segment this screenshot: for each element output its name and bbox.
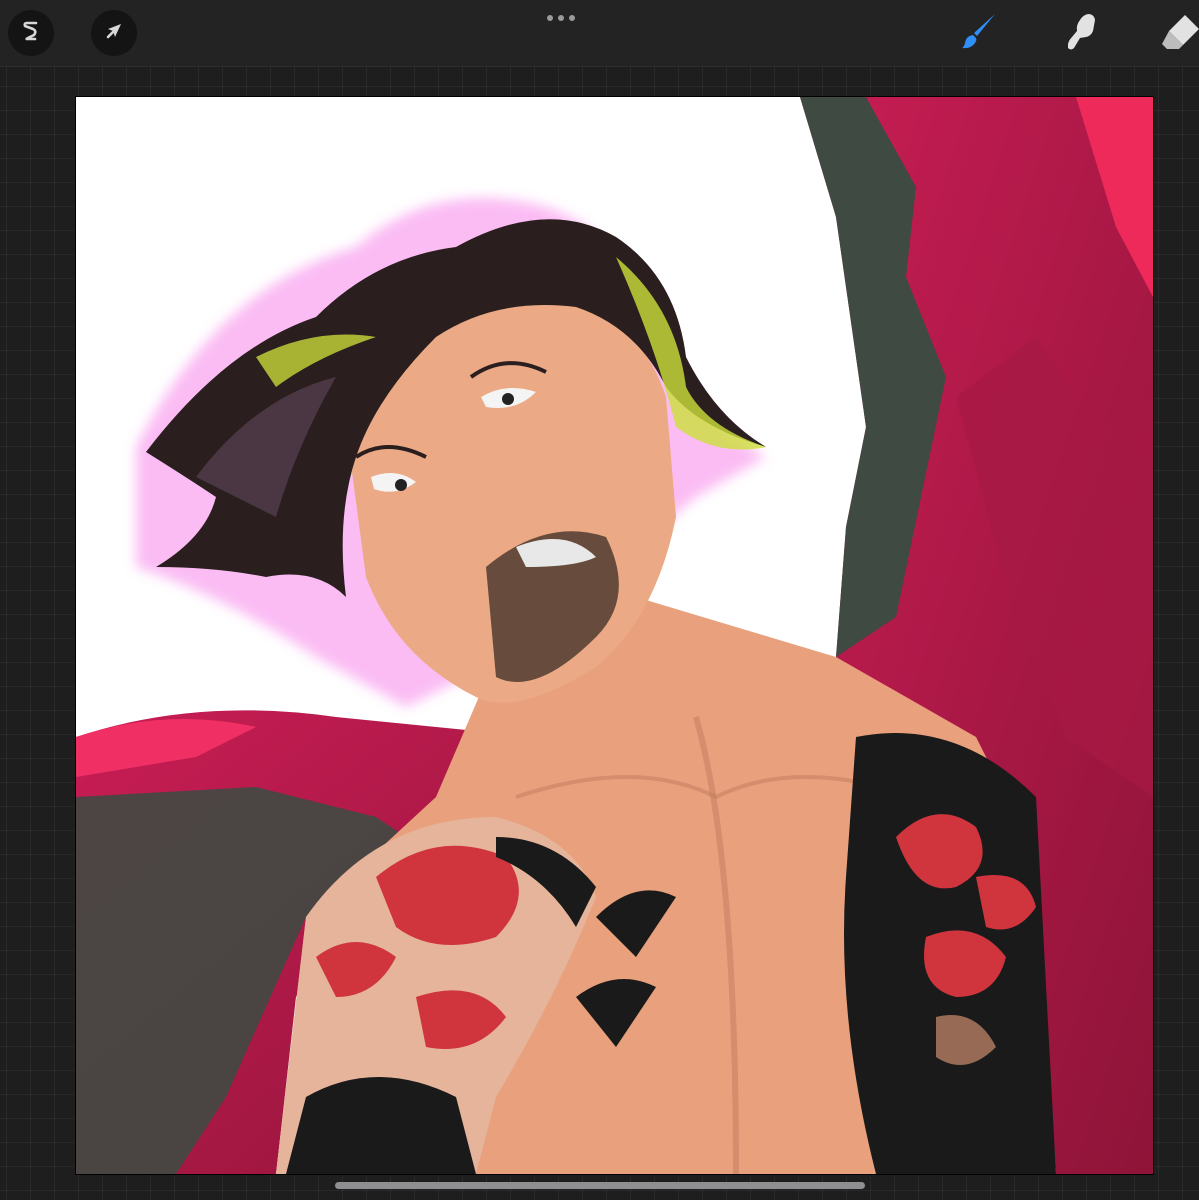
more-dot: [569, 15, 575, 21]
eraser-tool-button[interactable]: [1159, 11, 1199, 55]
magic-wand-s-icon: [19, 19, 43, 47]
more-dots-icon: [547, 15, 553, 21]
home-indicator[interactable]: [335, 1182, 865, 1189]
artwork: [76, 97, 1153, 1174]
smudge-finger-icon: [1060, 11, 1100, 55]
tattoo-right: [844, 733, 1056, 1174]
smudge-tool-button[interactable]: [1058, 11, 1102, 55]
more-options-button[interactable]: [539, 8, 583, 28]
eraser-icon: [1159, 11, 1199, 55]
more-dot: [558, 15, 564, 21]
brush-icon: [959, 11, 999, 55]
adjustments-button[interactable]: [8, 10, 54, 56]
top-toolbar: [0, 0, 1199, 67]
drawing-canvas[interactable]: [76, 97, 1153, 1174]
transform-button[interactable]: [91, 10, 137, 56]
brush-tool-button[interactable]: [957, 11, 1001, 55]
arrow-cursor-icon: [102, 19, 126, 47]
